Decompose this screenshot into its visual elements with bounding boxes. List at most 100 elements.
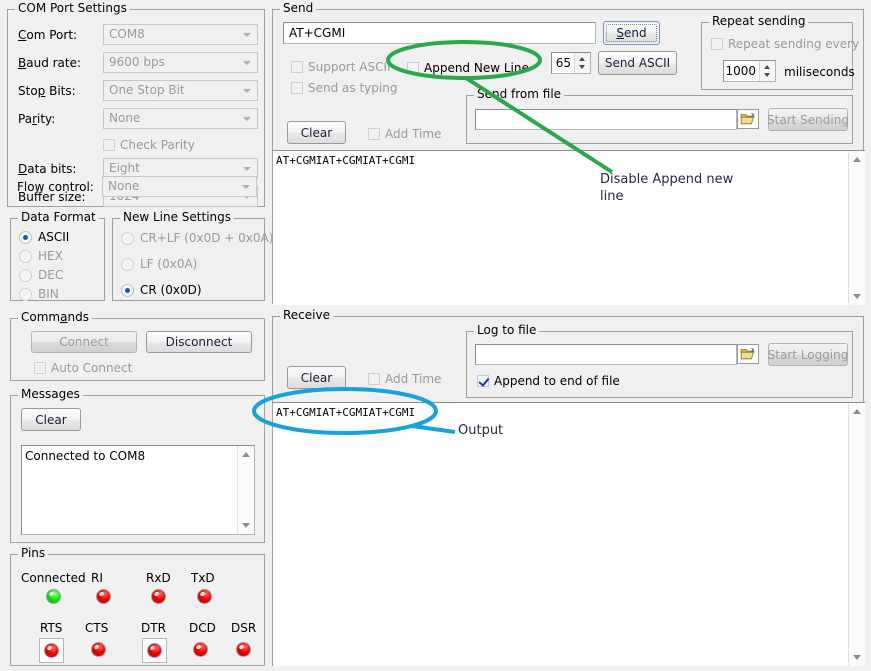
scroll-down-icon[interactable] [242, 523, 250, 528]
checkbox-box [291, 82, 303, 94]
led-gloss [98, 591, 104, 597]
com-port-combo[interactable]: COM8 [103, 24, 258, 45]
connect-label: Connect [59, 335, 109, 349]
chevron-down-icon [243, 33, 251, 37]
send-file-browse-button[interactable] [737, 109, 759, 129]
data-bits-value: Eight [109, 161, 140, 175]
clear-label: Clear [301, 126, 332, 140]
messages-clear-button[interactable]: Clear [21, 408, 81, 431]
start-logging-button[interactable]: Start Logging [768, 343, 848, 366]
new-line-settings-group: New Line Settings CR+LF (0x0D + 0x0A) LF… [112, 218, 265, 301]
spinner-arrows[interactable] [574, 53, 590, 73]
scroll-up-icon[interactable] [853, 157, 861, 162]
pin-led-dcd [193, 642, 208, 657]
scroll-up-icon[interactable] [853, 409, 861, 414]
receive-output-area[interactable]: AT+CGMIAT+CGMIAT+CGMI [273, 402, 865, 666]
pin-button-dtr[interactable] [142, 638, 167, 663]
radio-label: ASCII [38, 230, 69, 244]
pin-led-dtr [147, 643, 162, 658]
pin-button-rts[interactable] [39, 638, 64, 663]
spinner-up-icon[interactable] [579, 57, 585, 61]
checkbox-box [34, 362, 46, 374]
spinner-up-icon[interactable] [764, 65, 770, 69]
append-end-of-file-checkbox[interactable]: Append to end of file [477, 374, 620, 388]
check-parity-checkbox[interactable]: Check Parity [103, 138, 195, 152]
log-file-browse-button[interactable] [737, 344, 759, 364]
start-sending-button[interactable]: Start Sending [768, 108, 848, 131]
output-annotation-text: Output [458, 422, 503, 439]
receive-output-text: AT+CGMIAT+CGMIAT+CGMI [276, 406, 847, 419]
checkbox-box [407, 62, 419, 74]
baud-rate-combo[interactable]: 9600 bps [103, 52, 258, 73]
ascii-code-spinner[interactable]: 65 [551, 52, 591, 74]
connect-button[interactable]: Connect [31, 331, 137, 353]
messages-scrollbar[interactable] [237, 446, 254, 534]
scroll-up-icon[interactable] [242, 452, 250, 457]
spinner-down-icon[interactable] [579, 65, 585, 69]
pin-label-ri: RI [91, 571, 103, 585]
log-to-file-title: Log to file [474, 324, 539, 336]
send-as-typing-checkbox[interactable]: Send as typing [291, 81, 397, 95]
flow-control-combo[interactable]: None [102, 176, 257, 197]
receive-add-time-checkbox[interactable]: Add Time [368, 372, 441, 386]
send-history-scrollbar[interactable] [848, 151, 865, 305]
repeat-interval-spinner[interactable]: 1000 [723, 60, 776, 82]
radio-newline-cr[interactable]: CR (0x0D) [121, 283, 202, 297]
repeat-sending-group: Repeat sending Repeat sending every 1000… [701, 22, 853, 90]
receive-output-scrollbar[interactable] [848, 403, 865, 666]
stop-bits-combo[interactable]: One Stop Bit [103, 80, 258, 101]
checkbox-box [291, 61, 303, 73]
radio-circle [19, 269, 32, 282]
radio-label: CR (0x0D) [140, 283, 202, 297]
pin-label-cts: CTS [85, 621, 108, 635]
scroll-down-icon[interactable] [853, 294, 861, 299]
log-file-path-input[interactable] [475, 344, 737, 365]
disconnect-button[interactable]: Disconnect [146, 331, 252, 353]
repeat-sending-checkbox[interactable]: Repeat sending every [711, 37, 859, 51]
auto-connect-checkbox[interactable]: Auto Connect [34, 361, 132, 375]
baud-rate-label: Baud rate: [18, 56, 81, 70]
send-button[interactable]: Send [603, 21, 660, 45]
parity-combo[interactable]: None [103, 108, 258, 129]
send-ascii-button[interactable]: Send ASCII [598, 51, 677, 75]
send-group: Send AT+CGMI Send Support ASCII Send as … [272, 9, 864, 304]
radio-circle [19, 288, 32, 301]
pins-group: Pins Connected RI RxD TxD RTS CTS DTR DC… [10, 554, 265, 666]
repeat-interval-value: 1000 [724, 61, 759, 81]
radio-label: LF (0x0A) [140, 257, 197, 271]
led-gloss [93, 644, 99, 650]
send-history-area[interactable]: AT+CGMIAT+CGMIAT+CGMI [273, 150, 865, 305]
radio-data-format-dec[interactable]: DEC [19, 268, 63, 282]
stop-bits-label: Stop Bits: [18, 84, 76, 98]
support-ascii-checkbox[interactable]: Support ASCII [291, 60, 391, 74]
repeat-sending-label: Repeat sending every [728, 37, 859, 51]
commands-title: Commands [18, 311, 92, 323]
radio-newline-crlf[interactable]: CR+LF (0x0D + 0x0A) [121, 231, 273, 245]
radio-label: BIN [38, 287, 59, 301]
pin-led-txd [197, 589, 212, 604]
spinner-arrows[interactable] [759, 61, 775, 81]
radio-newline-lf[interactable]: LF (0x0A) [121, 257, 197, 271]
ascii-code-value: 65 [552, 53, 574, 73]
send-clear-button[interactable]: Clear [287, 121, 346, 144]
folder-open-icon [740, 347, 756, 361]
send-input[interactable]: AT+CGMI [283, 22, 596, 44]
chevron-down-icon [243, 167, 251, 171]
auto-connect-label: Auto Connect [51, 361, 132, 375]
clear-label: Clear [301, 371, 332, 385]
radio-data-format-hex[interactable]: HEX [19, 249, 63, 263]
radio-data-format-ascii[interactable]: ASCII [19, 230, 69, 244]
receive-clear-button[interactable]: Clear [287, 366, 346, 389]
send-add-time-checkbox[interactable]: Add Time [368, 127, 441, 141]
flow-control-value: None [108, 179, 139, 193]
scroll-down-icon[interactable] [853, 655, 861, 660]
spinner-down-icon[interactable] [764, 73, 770, 77]
send-title: Send [280, 2, 316, 14]
pin-label-dcd: DCD [189, 621, 216, 635]
radio-data-format-bin[interactable]: BIN [19, 287, 59, 301]
messages-log-area[interactable]: Connected to COM8 [21, 445, 255, 535]
chevron-down-icon [243, 61, 251, 65]
checkbox-box [711, 38, 723, 50]
append-new-line-checkbox[interactable]: Append New Line [407, 61, 529, 75]
send-file-path-input[interactable] [475, 109, 737, 130]
